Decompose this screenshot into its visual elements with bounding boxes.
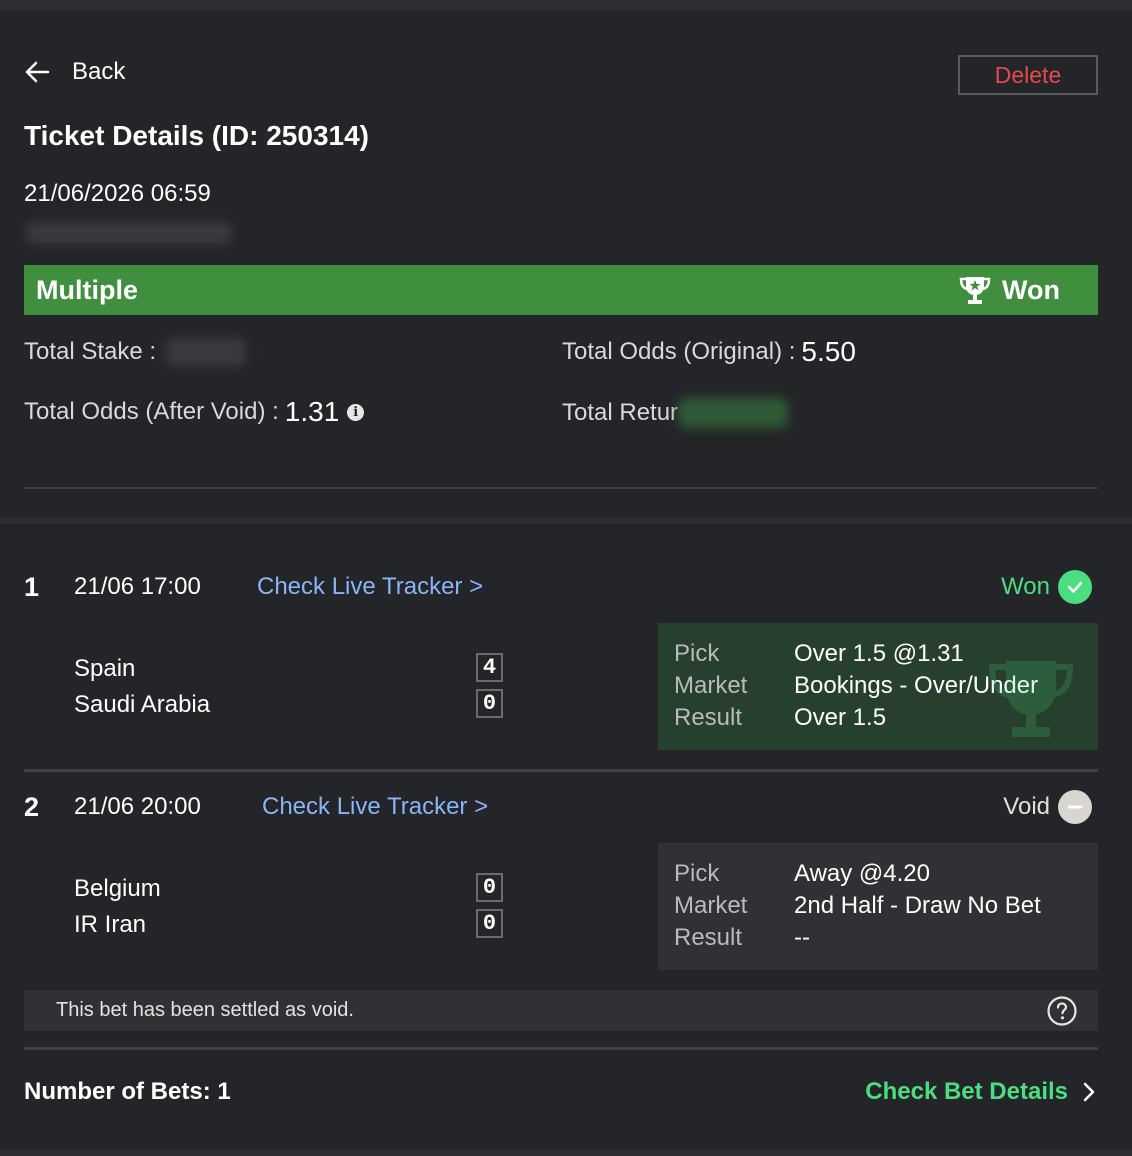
ticket-status-bar: Multiple Won	[24, 265, 1098, 315]
result-value: Over 1.5	[794, 704, 887, 731]
leg-divider	[24, 769, 1098, 772]
pick-value: Over 1.5 @1.31	[794, 640, 964, 667]
total-odds-original: Total Odds (Original) : 5.50	[562, 336, 856, 368]
result-row: Result --	[674, 922, 1082, 954]
total-return-label: Total Retur	[562, 399, 679, 426]
pick-details-box: Pick Away @4.20 Market 2nd Half - Draw N…	[658, 843, 1098, 970]
help-circle-icon[interactable]	[1046, 995, 1078, 1027]
redacted-subtitle	[26, 222, 232, 244]
away-score: 0	[476, 689, 503, 718]
result-value: --	[794, 924, 810, 951]
leg-status-label: Won	[1001, 573, 1050, 600]
page-title: Ticket Details (ID: 250314)	[24, 120, 369, 151]
check-bet-details-link[interactable]: Check Bet Details	[865, 1078, 1096, 1106]
total-odds-after-void-value: 1.31	[284, 396, 340, 427]
ticket-result-label: Won	[1002, 274, 1060, 305]
total-stake-label: Total Stake :	[24, 338, 157, 365]
bet-type: Multiple	[36, 274, 138, 305]
pick-row: Pick Away @4.20	[674, 858, 1082, 890]
home-team: Spain	[74, 655, 136, 682]
legs-section	[0, 524, 1132, 1149]
footer-divider	[24, 1047, 1098, 1050]
market-value: 2nd Half - Draw No Bet	[794, 892, 1041, 919]
leg-status-won: Won	[1001, 570, 1092, 604]
total-odds-original-value: 5.50	[801, 336, 856, 367]
away-team: IR Iran	[74, 911, 147, 938]
void-notice: This bet has been settled as void.	[24, 990, 1098, 1031]
leg-status-label: Void	[1003, 793, 1050, 820]
bottom-strip	[0, 1149, 1132, 1156]
market-row: Market 2nd Half - Draw No Bet	[674, 890, 1082, 922]
away-team: Saudi Arabia	[74, 691, 211, 718]
live-tracker-link[interactable]: Check Live Tracker >	[262, 793, 488, 821]
check-bet-details-label: Check Bet Details	[865, 1078, 1068, 1105]
total-stake: Total Stake :	[24, 338, 247, 366]
summary-divider	[24, 487, 1098, 489]
number-of-bets: Number of Bets: 1	[24, 1078, 231, 1105]
arrow-left-icon	[25, 61, 50, 83]
check-circle-icon	[1058, 570, 1092, 604]
pick-label: Pick	[674, 860, 720, 887]
leg-number: 2	[24, 792, 40, 822]
back-label: Back	[72, 58, 126, 85]
home-score: 0	[476, 873, 503, 902]
trophy-icon	[959, 277, 991, 304]
pick-details-box: Pick Over 1.5 @1.31 Market Bookings - Ov…	[658, 623, 1098, 750]
away-score: 0	[476, 909, 503, 938]
pick-label: Pick	[674, 640, 720, 667]
pick-value: Away @4.20	[794, 860, 930, 887]
chevron-right-icon	[1083, 1082, 1095, 1102]
leg-time: 21/06 20:00	[74, 793, 201, 820]
trophy-watermark-icon	[988, 661, 1074, 737]
total-stake-redacted	[166, 338, 247, 366]
leg-time: 21/06 17:00	[74, 573, 201, 600]
total-return: Total Retur	[562, 398, 789, 428]
back-button[interactable]: Back	[24, 58, 125, 86]
total-odds-after-void: Total Odds (After Void) : 1.31 i	[24, 396, 365, 428]
total-return-redacted	[678, 398, 789, 428]
home-team: Belgium	[74, 875, 161, 902]
result-label: Result	[674, 924, 743, 951]
delete-button[interactable]: Delete	[958, 55, 1098, 95]
total-odds-original-label: Total Odds (Original) :	[562, 338, 796, 365]
ticket-result: Won	[958, 274, 1060, 306]
top-strip	[0, 0, 1132, 10]
leg-number: 1	[24, 572, 40, 602]
leg-status-void: Void	[1003, 790, 1092, 824]
total-odds-after-void-label: Total Odds (After Void) :	[24, 398, 279, 425]
ticket-datetime: 21/06/2026 06:59	[24, 180, 211, 207]
result-label: Result	[674, 704, 743, 731]
live-tracker-link[interactable]: Check Live Tracker >	[257, 573, 483, 601]
info-icon[interactable]: i	[347, 403, 365, 421]
market-label: Market	[674, 672, 748, 699]
home-score: 4	[476, 653, 503, 682]
minus-circle-icon	[1058, 790, 1092, 824]
market-label: Market	[674, 892, 748, 919]
void-notice-text: This bet has been settled as void.	[56, 999, 354, 1021]
